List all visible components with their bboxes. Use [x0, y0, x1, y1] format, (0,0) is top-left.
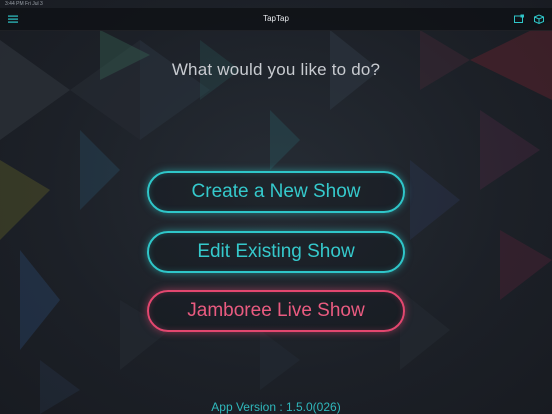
app-version-label: App Version : 1.5.0(026)	[211, 400, 341, 414]
prompt-heading: What would you like to do?	[171, 60, 381, 79]
screen-mirror-icon[interactable]	[512, 12, 526, 26]
box-icon[interactable]	[532, 12, 546, 26]
app-title: TapTap	[263, 14, 289, 23]
jamboree-live-show-button[interactable]: Jamboree Live Show	[147, 290, 405, 332]
edit-existing-show-button[interactable]: Edit Existing Show	[147, 231, 405, 273]
status-time: 3:44 PM Fri Jul 3	[5, 1, 43, 7]
create-new-show-button[interactable]: Create a New Show	[147, 171, 405, 213]
navigation-bar: TapTap	[0, 8, 552, 31]
app-screen: 3:44 PM Fri Jul 3 TapTap What would you …	[0, 0, 552, 414]
status-bar: 3:44 PM Fri Jul 3	[0, 0, 552, 8]
